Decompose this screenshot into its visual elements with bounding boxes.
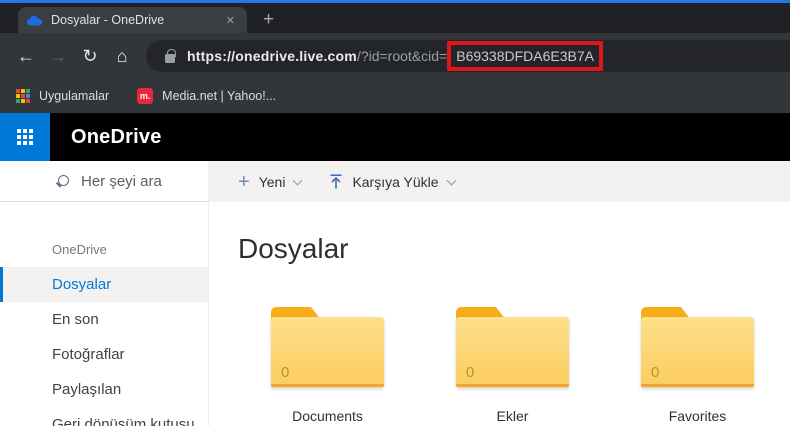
folder-item-count: 0 bbox=[281, 364, 290, 381]
app-launcher-button[interactable] bbox=[0, 113, 50, 161]
onedrive-header: OneDrive bbox=[0, 113, 790, 161]
folder-name: Documents bbox=[292, 408, 363, 424]
url-query: /?id=root&cid= bbox=[356, 48, 448, 64]
folder-item-count: 0 bbox=[466, 364, 475, 381]
back-button[interactable]: ← bbox=[10, 46, 42, 67]
search-box[interactable]: Her şeyi ara bbox=[0, 161, 208, 202]
waffle-icon bbox=[17, 129, 33, 145]
reload-button[interactable]: ↻ bbox=[74, 46, 106, 67]
address-bar[interactable]: https://onedrive.live.com /?id=root&cid=… bbox=[146, 40, 790, 72]
new-button[interactable]: + Yeni bbox=[238, 170, 303, 193]
browser-toolbar: ← → ↻ ⌂ https://onedrive.live.com /?id=r… bbox=[0, 33, 790, 79]
url-cid-highlighted: B69338DFDA6E3B7A bbox=[447, 41, 603, 71]
apps-grid-icon bbox=[16, 89, 30, 103]
sidebar: Her şeyi ara OneDrive Dosyalar En son Fo… bbox=[0, 161, 209, 426]
folder-name: Favorites bbox=[668, 408, 727, 424]
sidebar-item-paylasilan[interactable]: Paylaşılan bbox=[0, 372, 208, 407]
bookmark-label: Media.net | Yahoo!... bbox=[162, 89, 277, 103]
folder-name: Ekler bbox=[496, 408, 529, 424]
sidebar-item-geri-donusum[interactable]: Geri dönüşüm kutusu bbox=[0, 407, 208, 426]
bookmark-apps[interactable]: Uygulamalar bbox=[16, 89, 109, 103]
bookmark-label: Uygulamalar bbox=[39, 89, 110, 103]
home-button[interactable]: ⌂ bbox=[106, 46, 138, 67]
forward-button: → bbox=[49, 45, 67, 66]
search-placeholder: Her şeyi ara bbox=[81, 172, 162, 190]
bookmarks-bar: Uygulamalar m. Media.net | Yahoo!... bbox=[0, 79, 790, 113]
sidebar-item-en-son[interactable]: En son bbox=[0, 302, 208, 337]
new-label: Yeni bbox=[258, 173, 286, 190]
brand-title: OneDrive bbox=[71, 125, 162, 148]
page-title: Dosyalar bbox=[238, 233, 349, 264]
main-content: + Yeni Karşıya Yükle Dosyalar 0 Document… bbox=[209, 161, 790, 426]
folder-icon: 0 bbox=[271, 307, 384, 390]
folder-icon: 0 bbox=[456, 307, 569, 390]
folder-item-count: 0 bbox=[651, 364, 660, 381]
folder-grid: 0 Documents 0 Ekler 0 Favorites bbox=[235, 307, 790, 424]
browser-window: Dosyalar - OneDrive ✕ + ← → ↻ ⌂ https://… bbox=[0, 0, 790, 426]
tab-title: Dosyalar - OneDrive bbox=[51, 13, 165, 27]
lock-icon[interactable] bbox=[165, 48, 176, 63]
upload-button[interactable]: Karşıya Yükle bbox=[329, 173, 457, 190]
folder-tile-favorites[interactable]: 0 Favorites bbox=[605, 307, 790, 424]
new-tab-button[interactable]: + bbox=[263, 10, 274, 29]
upload-label: Karşıya Yükle bbox=[352, 173, 439, 190]
sidebar-nav: Dosyalar En son Fotoğraflar Paylaşılan G… bbox=[0, 267, 208, 426]
plus-icon: + bbox=[238, 170, 250, 193]
sidebar-item-dosyalar[interactable]: Dosyalar bbox=[0, 267, 208, 302]
folder-icon: 0 bbox=[641, 307, 754, 390]
bookmark-medianet[interactable]: m. Media.net | Yahoo!... bbox=[137, 88, 276, 104]
browser-tab[interactable]: Dosyalar - OneDrive ✕ bbox=[18, 7, 247, 33]
chevron-down-icon bbox=[292, 175, 303, 185]
chevron-down-icon bbox=[446, 175, 457, 185]
url-base: https://onedrive.live.com bbox=[187, 48, 357, 64]
onedrive-favicon bbox=[27, 15, 42, 25]
folder-tile-documents[interactable]: 0 Documents bbox=[235, 307, 420, 424]
tab-strip: Dosyalar - OneDrive ✕ + bbox=[0, 3, 790, 33]
page-body: Her şeyi ara OneDrive Dosyalar En son Fo… bbox=[0, 161, 790, 426]
sidebar-item-fotograflar[interactable]: Fotoğraflar bbox=[0, 337, 208, 372]
sidebar-section-label: OneDrive bbox=[52, 242, 107, 257]
upload-icon bbox=[330, 174, 342, 189]
search-icon bbox=[55, 174, 69, 188]
command-bar: + Yeni Karşıya Yükle bbox=[209, 161, 790, 202]
tab-close-icon[interactable]: ✕ bbox=[223, 14, 238, 27]
folder-tile-ekler[interactable]: 0 Ekler bbox=[420, 307, 605, 424]
medianet-favicon: m. bbox=[137, 88, 154, 104]
